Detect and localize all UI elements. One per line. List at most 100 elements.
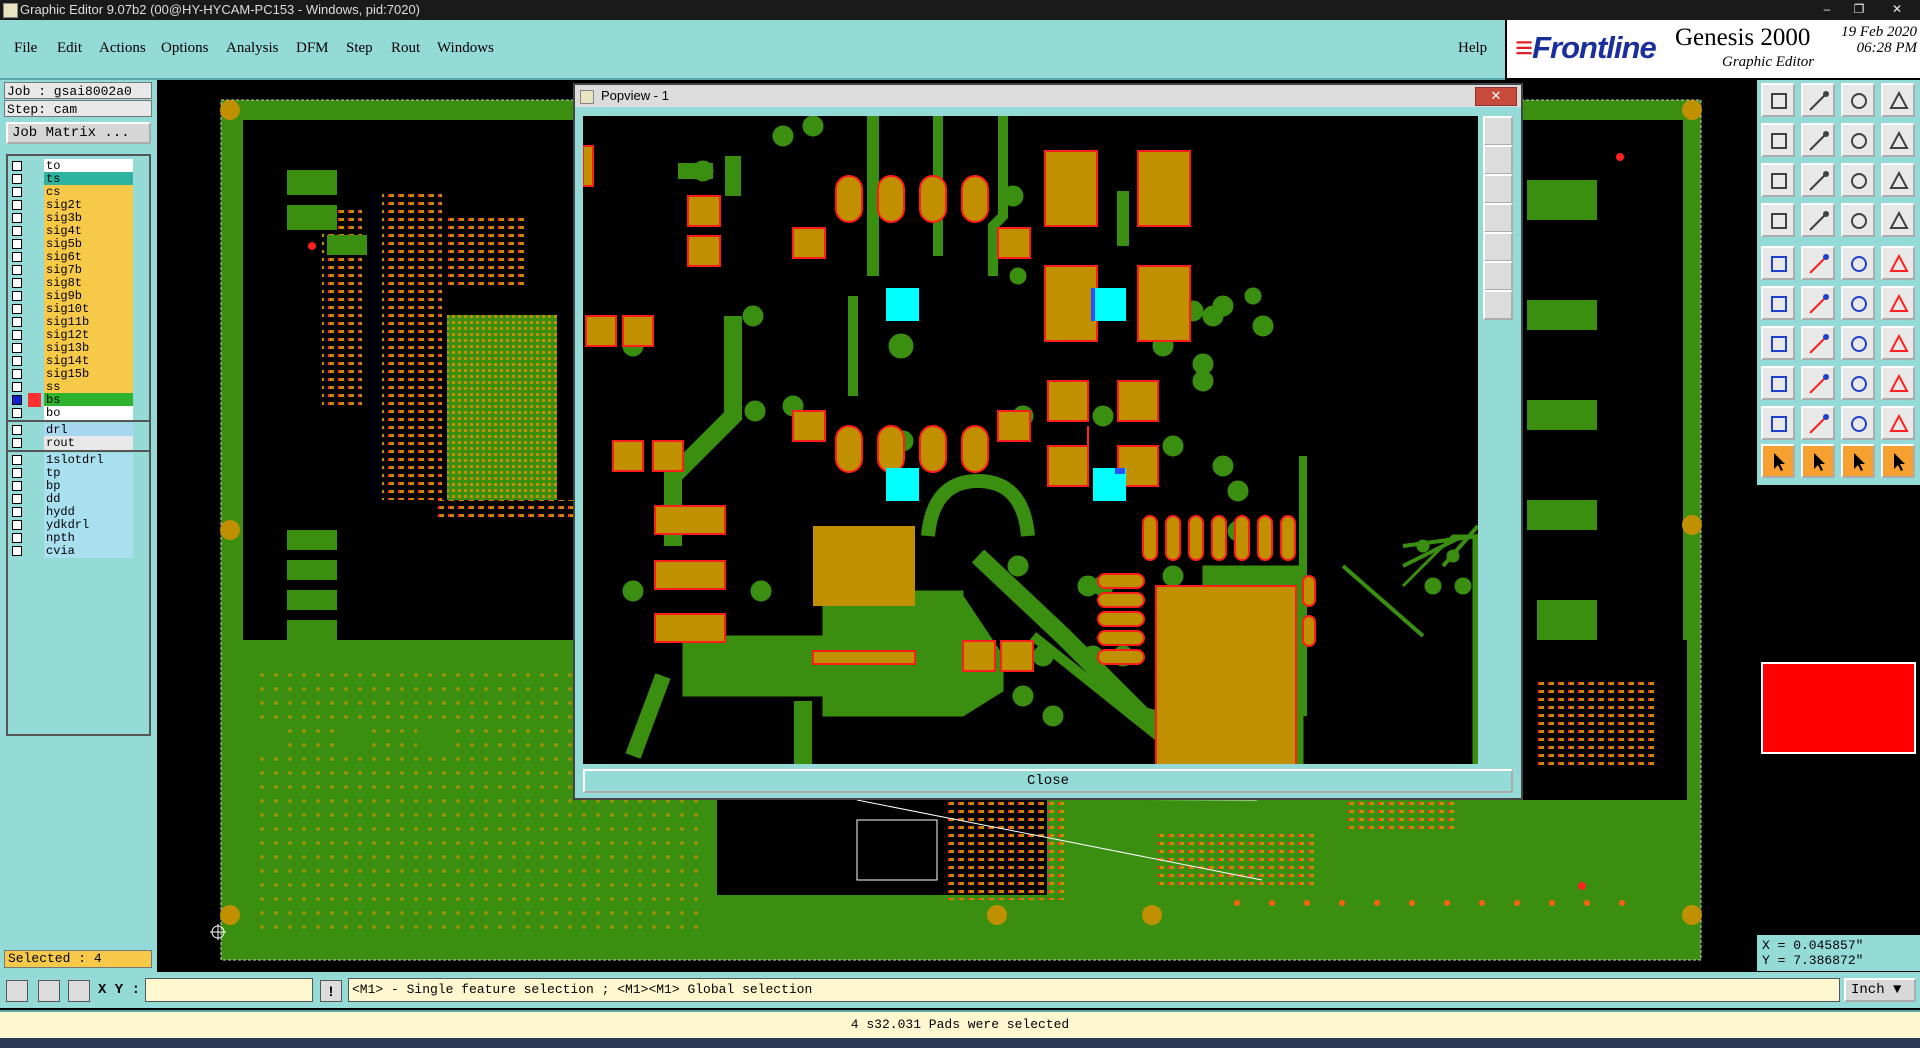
layer-row[interactable]: rout [10,436,148,451]
layer-name[interactable]: rout [44,436,133,450]
popview-close-button[interactable]: Close [583,769,1513,793]
layer-name[interactable]: bs [44,393,133,407]
layer-name[interactable]: sig5b [44,237,133,251]
layer-name[interactable]: drl [44,423,133,437]
layer-name[interactable]: npth [44,531,133,545]
layer-checkbox[interactable] [12,330,22,340]
info-icon[interactable]: ! [320,980,342,1002]
zoom-area-icon[interactable] [1761,163,1795,197]
grid-toggle-icon[interactable] [1801,203,1835,237]
layer-name[interactable]: bp [44,479,133,493]
line-icon[interactable] [1761,326,1795,360]
layer-checkbox[interactable] [12,317,22,327]
layer-checkbox[interactable] [12,369,22,379]
warn-icon[interactable] [1801,406,1835,440]
layer-checkbox[interactable] [12,468,22,478]
snap-icon[interactable] [6,980,28,1002]
zoom-in-icon[interactable] [1761,83,1795,117]
measure-icon[interactable] [1841,246,1875,280]
layer-row[interactable]: cvia [10,544,148,559]
popview-zoom-window-icon[interactable] [1483,116,1513,146]
layer-name[interactable]: sig9b [44,289,133,303]
layer-checkbox[interactable] [12,546,22,556]
layer-row[interactable]: bo [10,406,148,421]
delete-icon[interactable] [1801,286,1835,320]
layer-name[interactable]: sig11b [44,315,133,329]
shift-icon[interactable] [1801,366,1835,400]
snap-icon[interactable] [1761,203,1795,237]
connect-icon[interactable] [1881,366,1915,400]
layer-display-icon[interactable] [1841,203,1875,237]
layer-checkbox[interactable] [12,494,22,504]
highlight-icon[interactable] [1881,203,1915,237]
layer-checkbox[interactable] [12,187,22,197]
layer-name[interactable]: sig14t [44,354,133,368]
layer-name[interactable]: hydd [44,505,133,519]
layer-name[interactable]: sig8t [44,276,133,290]
menu-edit[interactable]: Edit [57,40,82,57]
layer-name[interactable]: ss [44,380,133,394]
layer-name[interactable]: sig3b [44,211,133,225]
layer-checkbox[interactable] [12,265,22,275]
menu-step[interactable]: Step [346,40,373,57]
select-arrow-icon[interactable] [1761,444,1795,478]
layer-color-swatch[interactable] [1761,662,1916,754]
layer-checkbox[interactable] [12,455,22,465]
layer-name[interactable]: sig10t [44,302,133,316]
layer-checkbox[interactable] [12,304,22,314]
layer-name[interactable]: to [44,159,133,173]
layer-name[interactable]: cvia [44,544,133,558]
menu-file[interactable]: File [14,40,37,57]
round-pad-icon[interactable] [1881,246,1915,280]
layer-checkbox[interactable] [12,382,22,392]
popview-pan-left-icon[interactable] [1483,203,1513,233]
menu-actions[interactable]: Actions [99,40,146,57]
layer-name[interactable]: tp [44,466,133,480]
popview-pan-down-icon[interactable] [1483,174,1513,204]
layer-name[interactable]: 1slotdrl [44,453,133,467]
pan-left-icon[interactable] [1761,123,1795,157]
select-arrow-icon[interactable] [1801,444,1835,478]
menu-dfm[interactable]: DFM [296,40,329,57]
pan-right-icon[interactable] [1801,123,1835,157]
layer-checkbox[interactable] [12,408,22,418]
layer-checkbox[interactable] [12,161,22,171]
layer-checkbox[interactable] [12,200,22,210]
feature-icon[interactable] [1841,366,1875,400]
popview-zoom-out-icon[interactable] [1483,261,1513,291]
layer-name[interactable]: sig13b [44,341,133,355]
redraw-icon[interactable] [1841,123,1875,157]
popview-title-bar[interactable]: Popview - 1 ✕ [575,85,1521,107]
route-select-icon[interactable] [1881,444,1915,478]
menu-options[interactable]: Options [161,40,209,57]
move-icon[interactable] [1841,286,1875,320]
layer-checkbox[interactable] [12,213,22,223]
popview-close-icon[interactable]: ✕ [1475,87,1517,106]
popview-canvas[interactable] [583,116,1478,764]
popview-pan-right-icon[interactable] [1483,232,1513,262]
layer-name[interactable]: ydkdrl [44,518,133,532]
layer-checkbox[interactable] [12,239,22,249]
layer-name[interactable]: sig7b [44,263,133,277]
layer-name[interactable]: dd [44,492,133,506]
menu-help[interactable]: Help [1458,40,1487,57]
menu-windows[interactable]: Windows [437,40,494,57]
layer-name[interactable]: cs [44,185,133,199]
job-matrix-button[interactable]: Job Matrix ... [6,122,151,144]
undo-view-icon[interactable] [1881,123,1915,157]
layer-checkbox[interactable] [12,395,22,405]
layer-checkbox[interactable] [12,343,22,353]
unit-select[interactable]: Inch ▼ [1844,978,1916,1002]
layer-checkbox[interactable] [12,520,22,530]
close-window-button[interactable]: ✕ [1885,2,1909,17]
maximize-button[interactable]: ❐ [1847,2,1871,17]
layer-name[interactable]: bo [44,406,133,420]
popview-zoom-home-icon[interactable] [1483,290,1513,320]
grid-icon[interactable] [68,980,90,1002]
center-icon[interactable] [1801,163,1835,197]
slash-icon[interactable] [1801,326,1835,360]
layer-checkbox[interactable] [12,278,22,288]
polygon-icon[interactable] [1881,326,1915,360]
xy-input[interactable] [145,978,313,1002]
menu-analysis[interactable]: Analysis [226,40,279,57]
